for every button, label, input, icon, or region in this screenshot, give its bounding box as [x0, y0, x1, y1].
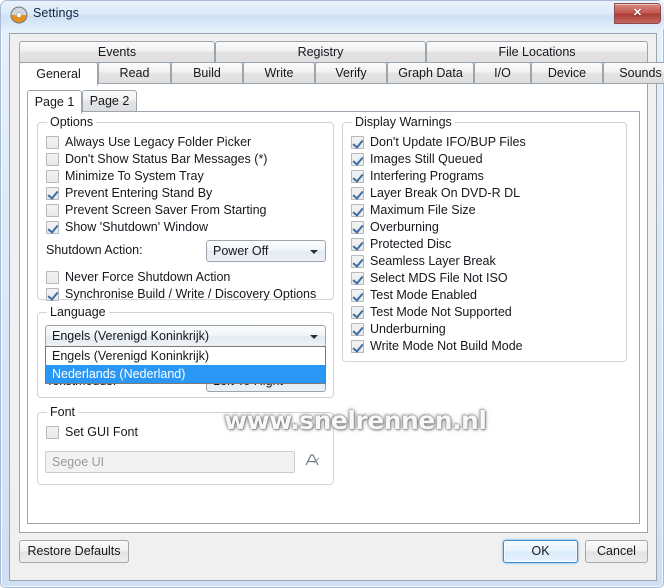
checkbox-box [46, 187, 59, 200]
display-warnings-group-title: Display Warnings [352, 115, 455, 129]
tab-row-lower: General Read Build Write Verify Graph Da… [19, 62, 664, 86]
checkbox-box [46, 170, 59, 183]
gui-font-value: Segoe UI [52, 455, 105, 469]
cancel-button[interactable]: Cancel [585, 540, 648, 563]
tab-page-1[interactable]: Page 1 [27, 90, 82, 114]
tab-row-upper: Events Registry File Locations [19, 41, 648, 63]
checkbox-label: Protected Disc [370, 237, 452, 251]
chevron-down-icon [310, 250, 318, 254]
checkbox-box [351, 136, 364, 149]
checkbox-label: Prevent Screen Saver From Starting [65, 203, 267, 217]
checkbox-label: Interfering Programs [370, 169, 484, 183]
checkbox-box [351, 340, 364, 353]
checkbox-label: Maximum File Size [370, 203, 476, 217]
checkbox-label: Set GUI Font [65, 425, 138, 439]
language-option-nederlands[interactable]: Nederlands (Nederland) [46, 365, 325, 383]
checkbox-box [351, 238, 364, 251]
checkbox-box [46, 426, 59, 439]
shutdown-action-select[interactable]: Power Off [206, 240, 326, 262]
page-1-panel: Options Always Use Legacy Folder Picker … [27, 111, 640, 524]
settings-tab-control: Events Registry File Locations General R… [19, 41, 664, 533]
window-title: Settings [33, 6, 79, 20]
disc-icon [10, 6, 28, 24]
checkbox-box [351, 187, 364, 200]
language-dropdown-list[interactable]: Engels (Verenigd Koninkrijk) Nederlands … [45, 346, 326, 384]
checkbox-box [351, 170, 364, 183]
language-group: Language Engels (Verenigd Koninkrijk) Te… [37, 305, 334, 398]
checkbox-box [46, 153, 59, 166]
checkbox-label: Always Use Legacy Folder Picker [65, 135, 252, 149]
page-tab-control: Page 1 Page 2 Options Always Use Legacy … [27, 90, 640, 524]
checkbox-label: Select MDS File Not ISO [370, 271, 508, 285]
shutdown-action-value: Power Off [213, 244, 269, 258]
general-tab-panel: Page 1 Page 2 Options Always Use Legacy … [19, 84, 648, 533]
font-group-title: Font [47, 405, 79, 419]
shutdown-action-label: Shutdown Action: [46, 243, 143, 257]
checkbox-box [351, 323, 364, 336]
options-group: Options Always Use Legacy Folder Picker … [37, 115, 334, 301]
checkbox-box [351, 153, 364, 166]
checkbox-label: Seamless Layer Break [370, 254, 496, 268]
language-option-engels[interactable]: Engels (Verenigd Koninkrijk) [46, 347, 325, 365]
checkbox-label: Layer Break On DVD-R DL [370, 186, 521, 200]
restore-defaults-button[interactable]: Restore Defaults [19, 540, 129, 563]
checkbox-label: Synchronise Build / Write / Discovery Op… [65, 287, 317, 301]
tab-build[interactable]: Build [171, 62, 243, 84]
checkbox-label: Images Still Queued [370, 152, 483, 166]
checkbox-label: Write Mode Not Build Mode [370, 339, 523, 353]
gui-font-input[interactable]: Segoe UI [45, 451, 295, 473]
language-selected-value: Engels (Verenigd Koninkrijk) [52, 329, 210, 343]
checkbox-label: Don't Show Status Bar Messages (*) [65, 152, 268, 166]
checkbox-box [46, 136, 59, 149]
language-select[interactable]: Engels (Verenigd Koninkrijk) [45, 325, 326, 347]
ok-button[interactable]: OK [503, 540, 578, 563]
checkbox-box [351, 272, 364, 285]
tab-write[interactable]: Write [243, 62, 315, 84]
tab-general[interactable]: General [19, 62, 98, 86]
checkbox-label: Show 'Shutdown' Window [65, 220, 209, 234]
checkbox-box [351, 306, 364, 319]
checkbox-label: Underburning [370, 322, 446, 336]
checkbox-box [351, 204, 364, 217]
tab-io[interactable]: I/O [474, 62, 531, 84]
page-tab-row: Page 1 Page 2 [27, 90, 640, 114]
checkbox-box [46, 204, 59, 217]
tab-events[interactable]: Events [19, 41, 215, 63]
options-group-title: Options [47, 115, 97, 129]
font-group: Font Set GUI Font Segoe UI [37, 405, 334, 485]
title-bar: Settings [1, 1, 664, 29]
tab-read[interactable]: Read [98, 62, 171, 84]
display-warnings-group: Display Warnings Don't Update IFO/BUP Fi… [342, 115, 627, 362]
tab-device[interactable]: Device [531, 62, 603, 84]
language-group-title: Language [47, 305, 109, 319]
checkbox-label: Never Force Shutdown Action [65, 270, 231, 284]
tab-verify[interactable]: Verify [315, 62, 387, 84]
font-picker-icon[interactable] [303, 452, 321, 472]
checkbox-box [351, 289, 364, 302]
checkbox-box [351, 221, 364, 234]
checkbox-box [351, 255, 364, 268]
tab-page-2[interactable]: Page 2 [82, 90, 137, 112]
checkbox-label: Don't Update IFO/BUP Files [370, 135, 526, 149]
checkbox-label: Prevent Entering Stand By [65, 186, 213, 200]
tab-file-locations[interactable]: File Locations [426, 41, 648, 63]
checkbox-box [46, 221, 59, 234]
settings-window: Settings Events Registry File Locations … [0, 0, 664, 588]
chevron-down-icon [310, 335, 318, 339]
checkbox-label: Test Mode Not Supported [370, 305, 512, 319]
close-icon[interactable] [614, 3, 661, 24]
tab-graph-data[interactable]: Graph Data [387, 62, 474, 84]
checkbox-label: Overburning [370, 220, 439, 234]
tab-registry[interactable]: Registry [215, 41, 426, 63]
checkbox-box [46, 288, 59, 301]
checkbox-label: Test Mode Enabled [370, 288, 478, 302]
client-area: Events Registry File Locations General R… [9, 33, 664, 581]
checkbox-label: Minimize To System Tray [65, 169, 204, 183]
tab-sounds[interactable]: Sounds [603, 62, 664, 84]
checkbox-box [46, 271, 59, 284]
